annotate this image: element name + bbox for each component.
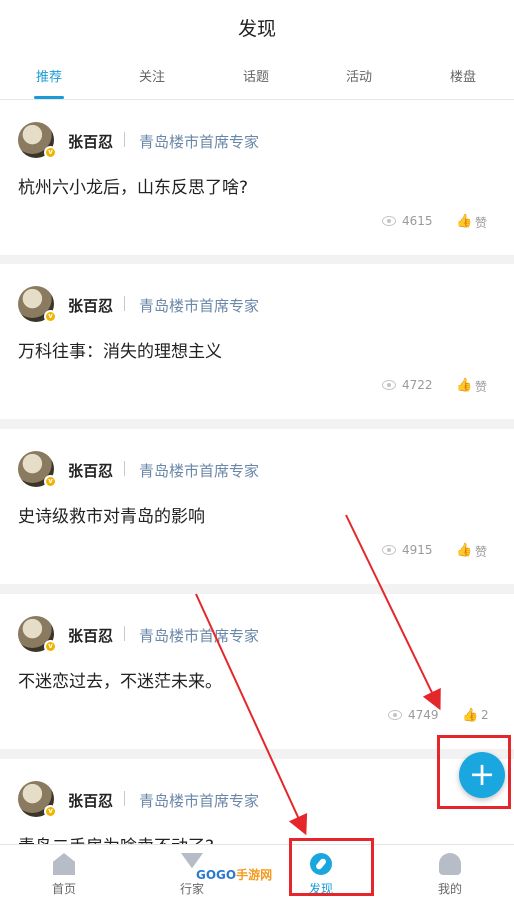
- post-title[interactable]: 杭州六小龙后，山东反思了啥?: [18, 173, 248, 198]
- watermark-text-accent: 手游网: [236, 868, 273, 882]
- tab-properties[interactable]: 楼盘: [423, 66, 503, 85]
- author-name[interactable]: 张百忍: [68, 131, 113, 152]
- divider: [124, 296, 125, 311]
- like-button[interactable]: 赞: [475, 378, 487, 395]
- eye-icon: [382, 545, 396, 555]
- eye-icon: [382, 380, 396, 390]
- post-card[interactable]: v 张百忍 青岛楼市首席专家 史诗级救市对青岛的影响 4915 👍 赞: [0, 429, 514, 584]
- post-stats: 4749 👍 2: [388, 707, 492, 723]
- watermark: GOGO手游网: [196, 866, 272, 888]
- like-button[interactable]: 赞: [475, 543, 487, 560]
- create-post-button[interactable]: +: [459, 752, 505, 798]
- like-button[interactable]: 赞: [475, 214, 487, 231]
- thumbs-up-icon[interactable]: 👍: [456, 378, 472, 393]
- view-count: 4749: [408, 708, 439, 722]
- post-title[interactable]: 万科往事：消失的理想主义: [18, 337, 222, 362]
- thumbs-up-icon[interactable]: 👍: [462, 708, 478, 723]
- profile-icon: [439, 853, 461, 875]
- post-card[interactable]: v 张百忍 青岛楼市首席专家 万科往事：消失的理想主义 4722 👍 赞: [0, 264, 514, 419]
- post-title[interactable]: 不迷恋过去，不迷茫未来。: [18, 667, 222, 692]
- post-title[interactable]: 史诗级救市对青岛的影响: [18, 502, 205, 527]
- verified-badge-icon: v: [44, 805, 57, 818]
- verified-badge-icon: v: [44, 146, 57, 159]
- post-card[interactable]: v 张百忍 青岛楼市首席专家 不迷恋过去，不迷茫未来。 4749 👍 2: [0, 594, 514, 749]
- verified-badge-icon: v: [44, 310, 57, 323]
- nav-label: 首页: [51, 882, 76, 896]
- eye-icon: [382, 216, 396, 226]
- like-count[interactable]: 2: [481, 708, 489, 722]
- nav-me[interactable]: 我的: [386, 845, 514, 899]
- author-role: 青岛楼市首席专家: [139, 792, 260, 810]
- watermark-text: GOGO: [196, 868, 237, 882]
- post-title[interactable]: 青岛二手房为啥卖不动了?: [18, 832, 214, 844]
- tab-topics[interactable]: 话题: [216, 66, 296, 85]
- highlight-box-discover: [289, 838, 374, 896]
- verified-badge-icon: v: [44, 475, 57, 488]
- tab-events[interactable]: 活动: [319, 66, 399, 85]
- post-feed[interactable]: v 张百忍 青岛楼市首席专家 杭州六小龙后，山东反思了啥? 4615 👍 赞 v…: [0, 100, 514, 844]
- author-name[interactable]: 张百忍: [68, 460, 113, 481]
- view-count: 4615: [402, 214, 433, 228]
- thumbs-up-icon[interactable]: 👍: [456, 214, 472, 229]
- nav-label: 我的: [437, 882, 462, 896]
- tab-following[interactable]: 关注: [112, 66, 192, 85]
- author-name[interactable]: 张百忍: [68, 625, 113, 646]
- post-stats: 4615 👍 赞: [382, 213, 492, 231]
- nav-home[interactable]: 首页: [0, 845, 128, 899]
- home-icon: [53, 853, 75, 875]
- divider: [124, 132, 125, 147]
- tab-recommend[interactable]: 推荐: [9, 66, 89, 85]
- header-bar: 发现 推荐 关注 话题 活动 楼盘: [0, 0, 514, 100]
- eye-icon: [388, 710, 402, 720]
- active-tab-indicator: [34, 96, 64, 99]
- verified-badge-icon: v: [44, 640, 57, 653]
- post-stats: 4915 👍 赞: [382, 542, 492, 560]
- view-count: 4722: [402, 378, 433, 392]
- divider: [124, 461, 125, 476]
- author-role: 青岛楼市首席专家: [139, 133, 260, 151]
- page-title: 发现: [237, 18, 276, 40]
- author-name[interactable]: 张百忍: [68, 790, 113, 811]
- post-stats: 4722 👍 赞: [382, 377, 492, 395]
- divider: [124, 791, 125, 806]
- tab-bar: 推荐 关注 话题 活动 楼盘: [0, 60, 514, 100]
- author-role: 青岛楼市首席专家: [139, 462, 260, 480]
- divider: [124, 626, 125, 641]
- thumbs-up-icon[interactable]: 👍: [456, 543, 472, 558]
- author-role: 青岛楼市首席专家: [139, 297, 260, 315]
- view-count: 4915: [402, 543, 433, 557]
- author-name[interactable]: 张百忍: [68, 295, 113, 316]
- post-card[interactable]: v 张百忍 青岛楼市首席专家 杭州六小龙后，山东反思了啥? 4615 👍 赞: [0, 100, 514, 255]
- author-role: 青岛楼市首席专家: [139, 627, 260, 645]
